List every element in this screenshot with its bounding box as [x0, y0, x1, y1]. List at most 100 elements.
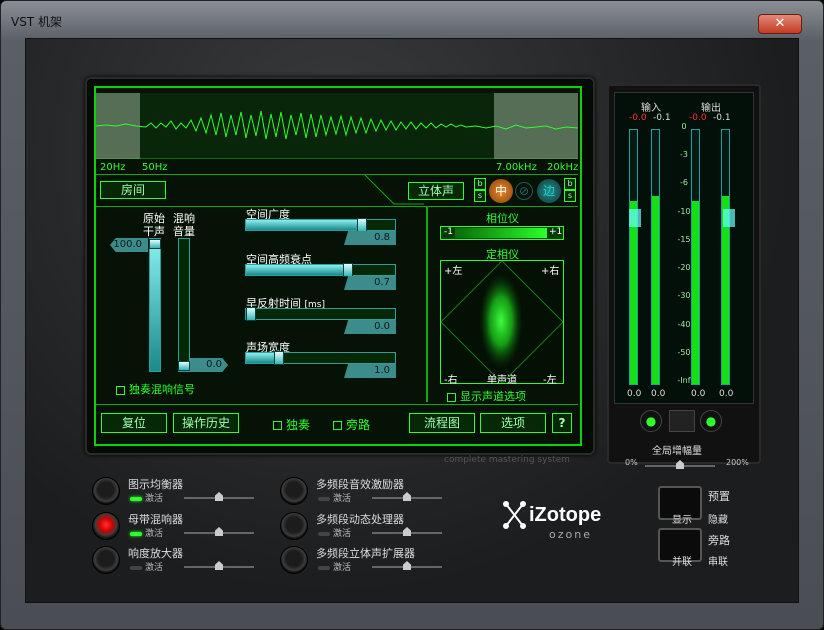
module-active-led [130, 531, 142, 536]
input-meter-right [651, 129, 660, 385]
hf-damp-slider[interactable] [245, 263, 396, 277]
module-amount-slider[interactable] [184, 527, 254, 536]
history-button[interactable]: 操作历史 [173, 413, 239, 433]
wet-value[interactable]: 0.0 [190, 358, 228, 372]
solo-checkbox[interactable]: 独奏 [273, 416, 310, 433]
module-active-toggle[interactable]: 激活 [318, 560, 351, 573]
input-peak-left: -0.0 [629, 113, 647, 123]
wet-level-thumb[interactable] [178, 361, 190, 371]
input-meter-right-fill [652, 196, 659, 384]
options-button[interactable]: 选项 [480, 413, 546, 433]
module-active-label: 激活 [333, 529, 352, 539]
vector-bottom-left: -右 [444, 375, 458, 386]
input-link-icon[interactable]: ● [640, 410, 662, 432]
solo-reverb-box[interactable] [116, 385, 125, 395]
module-name: 母带混响器 [128, 513, 183, 526]
title-bar: VST 机架 ✕ [1, 1, 823, 37]
module-amount-slider[interactable] [372, 527, 442, 536]
module-active-toggle[interactable]: 激活 [318, 491, 351, 504]
mid-channel-button[interactable]: 中 [489, 179, 513, 203]
module-power-button[interactable] [280, 477, 308, 505]
early-ref-slider[interactable] [245, 307, 396, 321]
module-power-button[interactable] [92, 477, 120, 505]
side-channel-button[interactable]: 边 [537, 179, 561, 203]
input-readout-right: 0.0 [651, 389, 666, 399]
module-active-toggle[interactable]: 激活 [130, 491, 163, 504]
module-power-button[interactable] [280, 546, 308, 574]
dry-level-slider[interactable] [149, 238, 161, 372]
solo-label: 独奏 [286, 418, 311, 432]
module-active-toggle[interactable]: 激活 [318, 526, 351, 539]
band-b-toggle-right[interactable]: b [564, 178, 576, 190]
global-gain-slider[interactable] [645, 460, 715, 469]
early-ref-slider-thumb[interactable] [246, 307, 256, 321]
reset-button[interactable]: 复位 [101, 413, 167, 433]
output-link-icon[interactable]: ● [700, 410, 722, 432]
phase-plus-label: +1 [549, 227, 563, 237]
input-readout-left: 0.0 [627, 389, 642, 399]
hf-damp-value[interactable]: 0.7 [344, 276, 396, 290]
early-ref-value[interactable]: 0.0 [344, 320, 396, 334]
module-amount-slider[interactable] [184, 561, 254, 570]
show-channel-options-box[interactable] [447, 392, 456, 402]
close-button[interactable]: ✕ [758, 14, 802, 34]
module-name: 多频段动态处理器 [316, 513, 404, 526]
spectrum-display[interactable] [96, 93, 578, 159]
vector-top-left: +左 [444, 266, 463, 277]
width-slider-thumb[interactable] [357, 218, 368, 232]
graph-button[interactable]: 流程图 [409, 413, 475, 433]
dry-level-thumb[interactable] [149, 239, 161, 249]
module-active-led [318, 565, 330, 570]
stereo-button[interactable]: 立体声 [408, 182, 464, 200]
show-channel-options-checkbox[interactable]: 显示声道选项 [447, 388, 526, 404]
width-value[interactable]: 0.8 [344, 231, 396, 245]
divider-bottom [96, 404, 578, 405]
room-button[interactable]: 房间 [100, 181, 166, 199]
module-active-toggle[interactable]: 激活 [130, 560, 163, 573]
module-name: 多频段音效激励器 [316, 478, 404, 491]
module-active-toggle[interactable]: 激活 [130, 526, 163, 539]
band-s-toggle[interactable]: s [474, 190, 486, 202]
module-amount-slider[interactable] [372, 561, 442, 570]
module-power-button[interactable] [92, 512, 120, 540]
stage-width-slider-fill [246, 353, 276, 363]
stage-width-slider[interactable] [245, 351, 396, 365]
spectrum-waveform [96, 110, 578, 140]
width-slider[interactable] [245, 218, 396, 232]
bypass-checkbox[interactable]: 旁路 [333, 416, 370, 433]
dry-value[interactable]: 100.0 [110, 238, 148, 252]
band-b-toggle[interactable]: b [474, 178, 486, 190]
width-slider-fill [246, 220, 366, 230]
bypass-label: 旁路 [346, 418, 371, 432]
link-icon[interactable]: ⊘ [515, 182, 533, 200]
solo-reverb-checkbox[interactable]: 独奏混响信号 [116, 381, 195, 397]
output-peak-right: -0.1 [713, 113, 731, 123]
serial-label: 串联 [708, 557, 728, 568]
module-active-led [130, 565, 142, 570]
band-s-toggle-right[interactable]: s [564, 190, 576, 202]
gain-min-label: 0% [625, 458, 638, 467]
help-button[interactable]: ? [552, 413, 572, 433]
phase-meter: -1 +1 [440, 226, 564, 240]
stage-width-slider-thumb[interactable] [273, 351, 284, 365]
module-power-button[interactable] [280, 512, 308, 540]
module-amount-slider[interactable] [184, 492, 254, 501]
freq-label-50hz: 50Hz [142, 162, 168, 173]
dry-label-2: 干声 [143, 225, 165, 238]
preset-label: 预置 [708, 490, 730, 503]
logo-product: ozone [549, 528, 592, 541]
vector-top-right: +右 [541, 266, 560, 277]
stage-width-value[interactable]: 1.0 [344, 364, 396, 378]
meter-mode-icon[interactable] [669, 410, 695, 432]
hf-damp-slider-thumb[interactable] [343, 263, 354, 277]
freq-label-7khz: 7.00kHz [496, 162, 537, 173]
solo-box[interactable] [273, 421, 282, 430]
module-power-button[interactable] [92, 546, 120, 574]
input-gain-handle[interactable] [629, 209, 641, 227]
wet-label-2: 音量 [173, 225, 195, 238]
solo-reverb-label: 独奏混响信号 [129, 383, 195, 396]
bypass-box[interactable] [333, 421, 342, 430]
module-amount-slider[interactable] [372, 492, 442, 501]
output-gain-handle[interactable] [723, 209, 735, 227]
wet-level-slider[interactable] [178, 238, 190, 372]
